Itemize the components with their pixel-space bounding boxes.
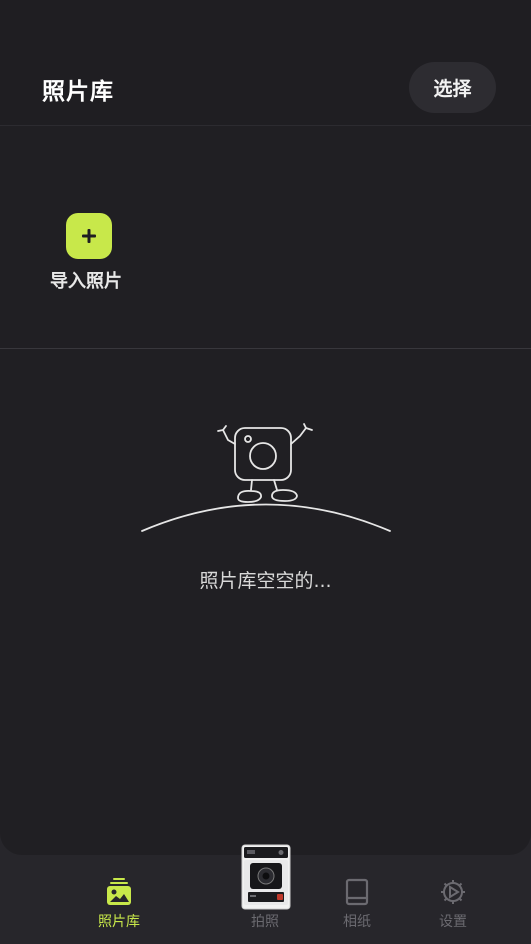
tab-gallery-label: 照片库: [98, 914, 140, 930]
tab-paper-label: 相纸: [343, 914, 371, 930]
photo-paper-icon: [345, 878, 369, 906]
gallery-icon: [107, 878, 131, 905]
import-photo-label: 导入照片: [50, 271, 122, 292]
tab-gallery[interactable]: 照片库: [79, 877, 159, 933]
plus-icon: [82, 229, 96, 243]
import-photo-button[interactable]: [66, 213, 112, 259]
tab-settings-label: 设置: [439, 914, 467, 930]
camera-mascot-illustration: [141, 423, 391, 532]
header: 照片库 选择: [0, 0, 531, 126]
instant-camera-icon[interactable]: [241, 844, 291, 910]
main-content: 照片库 选择 导入照片 照片库空空的...: [0, 0, 531, 855]
import-section: 导入照片: [0, 127, 531, 349]
empty-state-text: 照片库空空的...: [199, 570, 332, 592]
page-title: 照片库: [42, 79, 114, 105]
tab-settings[interactable]: 设置: [413, 877, 493, 933]
gear-icon: [441, 880, 465, 904]
select-button[interactable]: 选择: [409, 62, 496, 113]
tab-camera-label: 拍照: [251, 914, 279, 930]
tab-paper[interactable]: 相纸: [317, 877, 397, 933]
